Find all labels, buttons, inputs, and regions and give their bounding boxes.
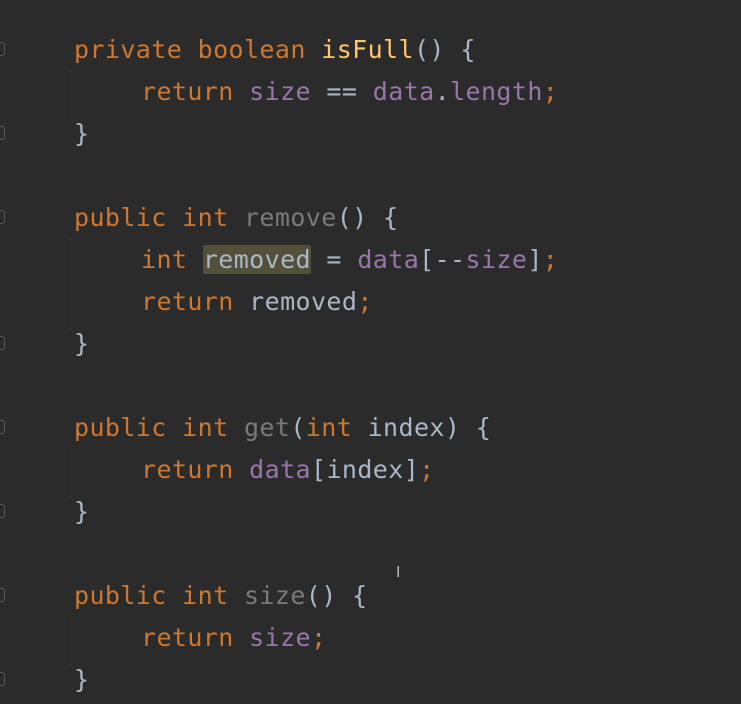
operator: =: [310, 245, 358, 274]
keyword: return: [141, 455, 234, 484]
semicolon: ;: [419, 455, 435, 484]
field-ref: size: [465, 245, 528, 274]
code-line: }: [74, 659, 89, 701]
fold-marker-icon[interactable]: [0, 672, 5, 686]
variable: index: [326, 455, 404, 484]
code-editor[interactable]: private boolean isFull() { return size =…: [0, 0, 741, 704]
highlighted-variable[interactable]: removed: [202, 245, 311, 274]
field-ref: data: [357, 245, 420, 274]
method-name: isFull: [321, 35, 414, 64]
semicolon: ;: [357, 287, 373, 316]
code-line: }: [74, 113, 89, 155]
punctuation: ) {: [444, 413, 492, 442]
code-line: return size;: [141, 617, 326, 659]
keyword: int: [182, 413, 229, 442]
semicolon: ;: [310, 623, 327, 652]
keyword: public: [74, 413, 167, 442]
indent-guide: [70, 448, 71, 498]
code-line: return data[index];: [141, 449, 435, 491]
method-name: get: [243, 413, 291, 442]
keyword: int: [305, 413, 353, 442]
editor-gutter: [0, 0, 14, 704]
punctuation: ]: [403, 455, 420, 484]
punctuation: () {: [336, 203, 399, 232]
closing-brace: }: [74, 497, 90, 526]
fold-marker-icon[interactable]: [0, 420, 5, 434]
field-ref: length: [450, 77, 543, 106]
fold-marker-icon[interactable]: [0, 336, 5, 350]
keyword: public: [74, 581, 167, 610]
punctuation: .: [434, 77, 451, 106]
method-name: size: [243, 581, 306, 610]
code-line: int removed = data[--size];: [141, 239, 558, 281]
parameter: index: [367, 413, 445, 442]
indent-guide: [70, 70, 71, 120]
fold-marker-icon[interactable]: [0, 504, 5, 518]
code-line: }: [74, 491, 89, 533]
punctuation: ]: [527, 245, 543, 274]
closing-brace: }: [74, 665, 90, 694]
field-ref: data: [372, 77, 435, 106]
code-line: public int get(int index) {: [74, 407, 491, 449]
fold-marker-icon[interactable]: [0, 588, 5, 602]
fold-marker-icon[interactable]: [0, 126, 5, 140]
method-name: remove: [243, 203, 337, 232]
indent-guide: [70, 238, 71, 330]
keyword: return: [141, 77, 234, 106]
code-line: public int remove() {: [74, 197, 399, 239]
keyword: int: [182, 581, 229, 610]
keyword: int: [141, 245, 188, 274]
punctuation: [--: [419, 245, 466, 274]
semicolon: ;: [542, 245, 559, 274]
keyword: return: [141, 287, 234, 316]
operator: ==: [310, 77, 373, 106]
code-line: }: [74, 323, 89, 365]
punctuation: () {: [413, 35, 476, 64]
punctuation: [: [310, 455, 327, 484]
keyword: public: [74, 203, 167, 232]
fold-marker-icon[interactable]: [0, 42, 5, 56]
variable: removed: [249, 287, 358, 316]
closing-brace: }: [74, 119, 90, 148]
punctuation: (: [290, 413, 306, 442]
punctuation: () {: [305, 581, 368, 610]
code-line: return removed;: [141, 281, 373, 323]
indent-guide: [70, 616, 71, 666]
keyword: return: [141, 623, 234, 652]
keyword: int: [182, 203, 229, 232]
keyword: boolean: [197, 35, 306, 64]
code-line: private boolean isFull() {: [74, 29, 476, 71]
field-ref: size: [249, 77, 311, 106]
keyword: private: [74, 35, 183, 64]
field-ref: data: [249, 455, 311, 484]
semicolon: ;: [542, 77, 559, 106]
code-line: public int size() {: [74, 575, 368, 617]
fold-marker-icon[interactable]: [0, 210, 5, 224]
text-cursor-icon: I: [396, 563, 401, 581]
field-ref: size: [249, 623, 311, 652]
closing-brace: }: [74, 329, 90, 358]
code-line: return size == data.length;: [141, 71, 558, 113]
